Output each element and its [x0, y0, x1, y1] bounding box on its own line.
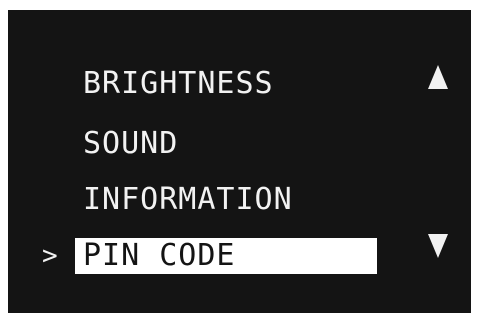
menu-item-label: PIN CODE: [83, 238, 236, 273]
menu-item-label: INFORMATION: [83, 182, 293, 217]
menu-item-information[interactable]: INFORMATION: [75, 182, 293, 218]
menu-item-label: SOUND: [83, 126, 179, 161]
scroll-down-arrow-icon[interactable]: [428, 234, 448, 258]
menu-screen: BRIGHTNESS SOUND INFORMATION PIN CODE >: [8, 10, 471, 313]
menu-item-brightness[interactable]: BRIGHTNESS: [75, 66, 274, 102]
menu-item-label: BRIGHTNESS: [83, 66, 274, 101]
selection-cursor: >: [42, 241, 58, 271]
menu-item-pin-code[interactable]: PIN CODE: [75, 238, 377, 274]
menu-item-sound[interactable]: SOUND: [75, 126, 178, 162]
scroll-up-arrow-icon[interactable]: [428, 65, 448, 89]
